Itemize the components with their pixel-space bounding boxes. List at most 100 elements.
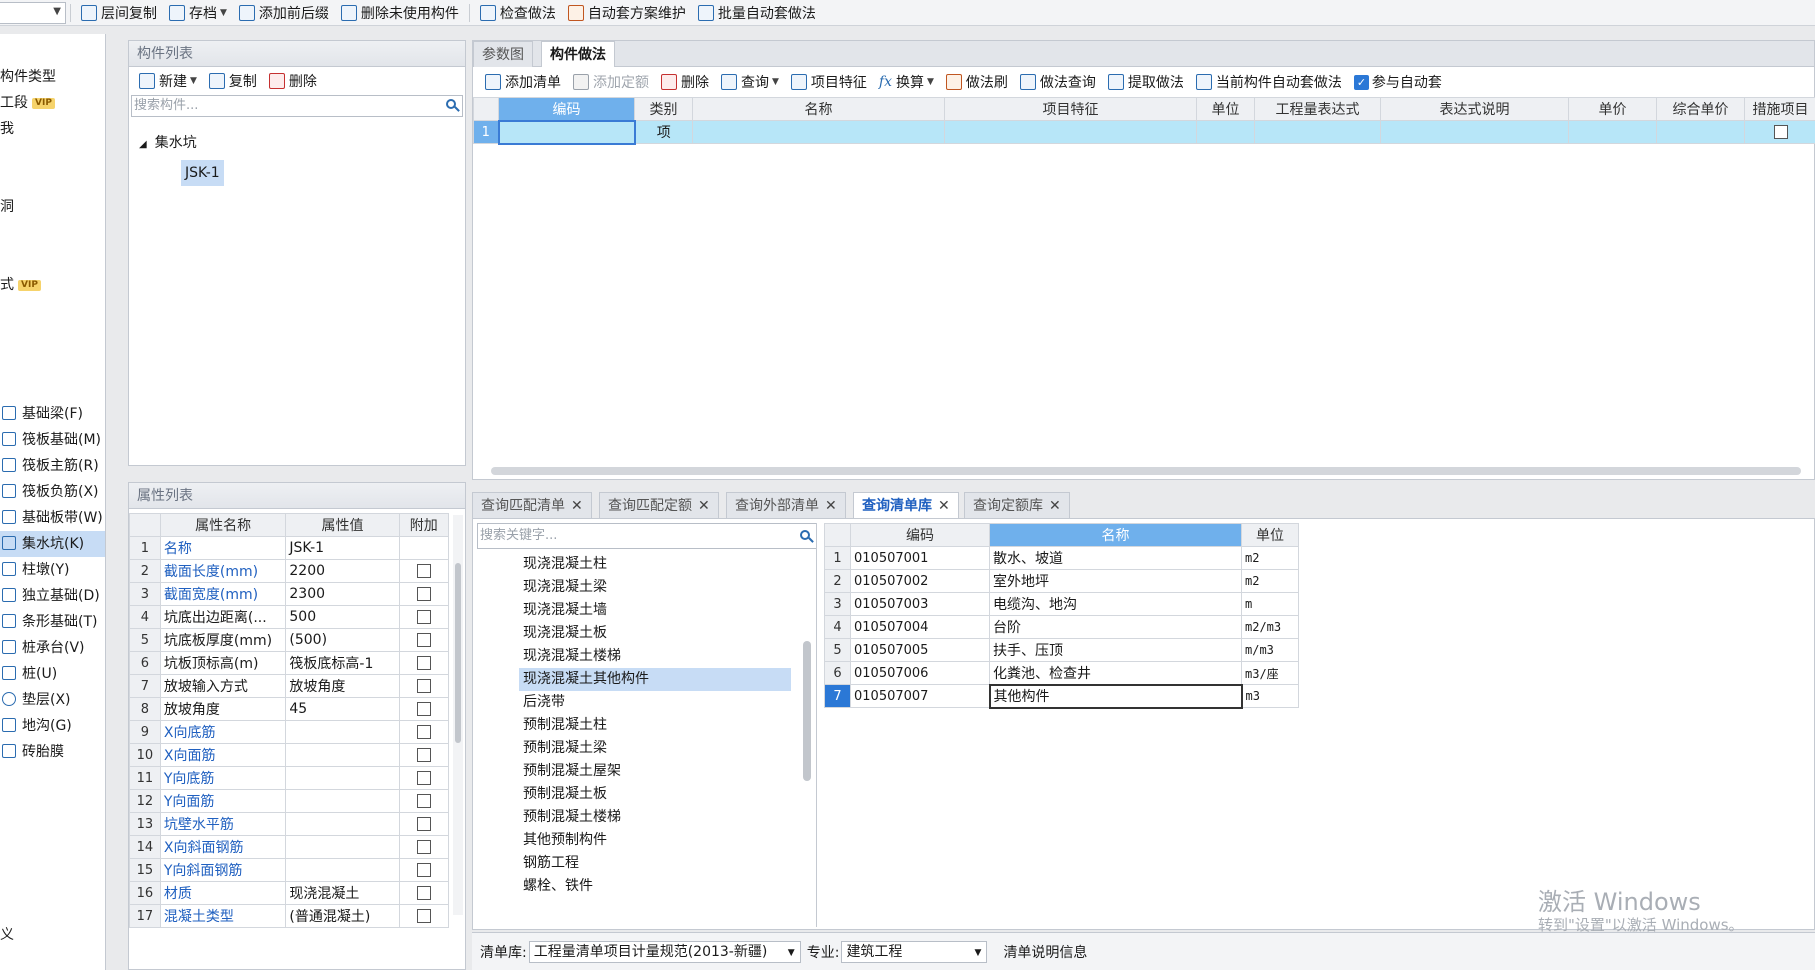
cell-prop-value[interactable]: (500): [285, 628, 400, 652]
header-unit[interactable]: 单位: [1196, 97, 1255, 121]
cell-prop-value[interactable]: 2200: [285, 559, 400, 583]
floor-select[interactable]: ▼: [0, 1, 66, 24]
new-component-button[interactable]: 新建 ▼: [133, 69, 203, 93]
table-row[interactable]: 12 Y向面筋: [129, 789, 450, 813]
header-unit-price[interactable]: 单价: [1568, 97, 1657, 121]
tree-item[interactable]: 其他预制构件: [519, 829, 611, 852]
collapse-triangle-icon[interactable]: ◢: [139, 139, 147, 150]
header-measure-item[interactable]: 措施项目: [1744, 97, 1815, 121]
cell-attach[interactable]: [398, 812, 450, 836]
attach-checkbox[interactable]: [416, 748, 431, 762]
nav-item-raft-negative-rebar[interactable]: 筏板负筋(X): [0, 479, 105, 505]
attach-checkbox[interactable]: [416, 863, 431, 877]
cell-attach[interactable]: [398, 858, 450, 882]
table-row[interactable]: 11 Y向底筋: [129, 766, 450, 790]
cell-name[interactable]: [692, 120, 945, 144]
tree-item[interactable]: 预制混凝土楼梯: [519, 806, 625, 829]
extract-method-button[interactable]: 提取做法: [1102, 70, 1190, 94]
attach-checkbox[interactable]: [416, 564, 431, 578]
tree-scrollbar-thumb[interactable]: [803, 641, 811, 781]
tree-item[interactable]: 现浇混凝土其他构件: [519, 668, 791, 691]
copy-floors-button[interactable]: 层间复制: [75, 1, 163, 25]
cell-prop-name[interactable]: 材质: [159, 881, 287, 905]
close-icon[interactable]: ✕: [698, 498, 710, 514]
delete-button[interactable]: 删除: [655, 70, 715, 94]
nav-item-column-pier[interactable]: 柱墩(Y): [0, 557, 105, 583]
cell-prop-name[interactable]: 放坡角度: [159, 697, 287, 721]
table-row[interactable]: 8 放坡角度 45: [129, 697, 450, 721]
cell-attach[interactable]: [398, 674, 450, 698]
close-icon[interactable]: ✕: [938, 498, 950, 514]
tree-item[interactable]: 现浇混凝土梁: [519, 576, 611, 599]
cell-code[interactable]: 010507006: [850, 661, 990, 685]
attach-checkbox[interactable]: [416, 817, 431, 831]
table-row[interactable]: 4 坑底出边距离(... 500: [129, 605, 450, 629]
property-scrollbar[interactable]: [453, 515, 463, 915]
table-row[interactable]: 9 X向底筋: [129, 720, 450, 744]
cell-attach[interactable]: [398, 881, 450, 905]
table-row[interactable]: 4 010507004 台阶 m2/m3: [824, 615, 1299, 639]
cell-unit[interactable]: m2/m3: [1241, 615, 1299, 639]
copy-component-button[interactable]: 复制: [203, 69, 263, 93]
header-type[interactable]: 类别: [634, 97, 693, 121]
cell-name[interactable]: 其他构件: [988, 683, 1243, 709]
close-icon[interactable]: ✕: [825, 498, 837, 514]
header-name[interactable]: 名称: [989, 523, 1242, 547]
tree-item[interactable]: 钢筋工程: [519, 852, 583, 875]
cell-measure-item[interactable]: [1744, 120, 1815, 144]
table-row[interactable]: 6 010507006 化粪池、检查井 m3/座: [824, 661, 1299, 685]
cell-prop-name[interactable]: X向底筋: [159, 720, 287, 744]
nav-item[interactable]: 义: [0, 922, 105, 948]
major-select[interactable]: 建筑工程 ▼: [841, 940, 988, 963]
cell-prop-value[interactable]: (普通混凝土): [285, 904, 400, 928]
table-row[interactable]: 3 截面宽度(mm) 2300: [129, 582, 450, 606]
cell-prop-name[interactable]: X向斜面钢筋: [159, 835, 287, 859]
cell-attach[interactable]: [398, 628, 450, 652]
close-icon[interactable]: ✕: [571, 498, 583, 514]
check-method-button[interactable]: 检查做法: [474, 1, 562, 25]
list-description-button[interactable]: 清单说明信息: [1003, 942, 1087, 962]
header-expression-desc[interactable]: 表达式说明: [1380, 97, 1569, 121]
attach-checkbox[interactable]: [416, 771, 431, 785]
component-search-input[interactable]: 搜索构件...: [131, 95, 463, 117]
cell-type[interactable]: 项: [634, 120, 693, 144]
header-expression[interactable]: 工程量表达式: [1254, 97, 1381, 121]
table-row[interactable]: 13 坑壁水平筋: [129, 812, 450, 836]
attach-checkbox[interactable]: [416, 725, 431, 739]
measure-item-checkbox[interactable]: [1773, 125, 1788, 139]
table-row[interactable]: 6 坑板顶标高(m) 筏板底标高-1: [129, 651, 450, 675]
nav-item-foundation-strip[interactable]: 基础板带(W): [0, 505, 105, 531]
tree-item[interactable]: 现浇混凝土柱: [519, 553, 611, 576]
cell-prop-value[interactable]: [285, 766, 400, 790]
auto-scheme-button[interactable]: 自动套方案维护: [562, 1, 692, 25]
table-row[interactable]: 5 010507005 扶手、压顶 m/m3: [824, 638, 1299, 662]
library-select[interactable]: 工程量清单项目计量规范(2013-新疆) ▼: [528, 940, 801, 963]
attach-checkbox[interactable]: [416, 886, 431, 900]
header-name[interactable]: 名称: [692, 97, 945, 121]
nav-item-isolated-footing[interactable]: 独立基础(D): [0, 583, 105, 609]
cell-prop-value[interactable]: 2300: [285, 582, 400, 606]
attach-checkbox[interactable]: [416, 702, 431, 716]
table-row[interactable]: 2 截面长度(mm) 2200: [129, 559, 450, 583]
cell-prop-name[interactable]: 坑底板厚度(mm): [159, 628, 287, 652]
tab-parameter-diagram[interactable]: 参数图: [473, 41, 533, 67]
table-row[interactable]: 14 X向斜面钢筋: [129, 835, 450, 859]
cell-attach[interactable]: [398, 743, 450, 767]
cell-unit-price[interactable]: [1568, 120, 1657, 144]
cell-prop-value[interactable]: [285, 835, 400, 859]
table-row[interactable]: 1 项: [473, 119, 1815, 145]
cell-attach[interactable]: [398, 697, 450, 721]
nav-item-raft-foundation[interactable]: 筏板基础(M): [0, 427, 105, 453]
cell-prop-value[interactable]: [285, 720, 400, 744]
cell-prop-name[interactable]: 混凝土类型: [159, 904, 287, 928]
checkbox-checked-icon[interactable]: ✓: [1353, 74, 1369, 90]
cell-prop-name[interactable]: X向面筋: [159, 743, 287, 767]
cell-prop-name[interactable]: Y向面筋: [159, 789, 287, 813]
cell-unit[interactable]: m2: [1241, 546, 1299, 570]
table-row[interactable]: 7 010507007 其他构件 m3: [824, 683, 1299, 709]
cell-code[interactable]: 010507003: [850, 592, 990, 616]
table-row[interactable]: 7 放坡输入方式 放坡角度: [129, 674, 450, 698]
cell-attach[interactable]: [398, 582, 450, 606]
tree-item[interactable]: 预制混凝土柱: [519, 714, 611, 737]
cell-attach[interactable]: [398, 605, 450, 629]
